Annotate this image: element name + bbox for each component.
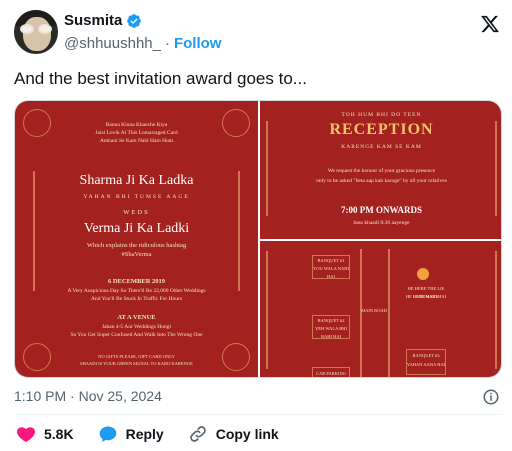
- separator-dot: ·: [164, 35, 170, 52]
- tweet-media[interactable]: Banna Kinna Khaeche Kiya Jaisi Lovik Ai …: [14, 100, 502, 378]
- venue-title: AT A VENUE: [117, 314, 156, 321]
- reply-button[interactable]: Reply: [98, 424, 164, 444]
- tweet-timestamp[interactable]: 1:10 PM · Nov 25, 2024: [14, 388, 162, 404]
- banquet-2-note: YEH WALA BHI NAHI HAI: [315, 326, 347, 339]
- follow-button[interactable]: Follow: [174, 35, 222, 52]
- tweet-actions: 5.8K Reply Copy link: [16, 424, 303, 444]
- handle-row: @shhuushhh_ · Follow: [64, 35, 221, 52]
- reply-label: Reply: [125, 426, 164, 442]
- intro-line-3: Ambani Se Kam Nahi Hain Hum: [99, 138, 174, 144]
- divider: [14, 414, 502, 415]
- info-icon[interactable]: [482, 388, 500, 406]
- reception-pretitle: TOH HUM BHI DO TEEN: [341, 112, 422, 118]
- reception-body-1: We request the honour of your gracious p…: [327, 168, 436, 174]
- reception-subtitle: KARENGE KAM SE KAM: [341, 144, 422, 150]
- main-road-label: MAIN ROAD: [361, 308, 387, 313]
- banquet-1-label: BANQUET #1: [317, 258, 345, 263]
- bride-name: Verma Ji Ka Ladki: [83, 221, 190, 236]
- copy-link-button[interactable]: Copy link: [188, 424, 279, 444]
- venue-note-2: So You Get Super Confused And Walk Into …: [70, 332, 203, 338]
- wedding-date: 6 DECEMBER 2019: [107, 278, 166, 285]
- car-parking-label: CAR PARKING: [316, 371, 346, 376]
- reception-body-2: only to be asked "beta aap kab karoge" b…: [316, 178, 447, 184]
- author-name-row[interactable]: Susmita: [64, 12, 142, 29]
- display-name[interactable]: Susmita: [64, 12, 122, 29]
- reception-time-note: bass khaadi 8:30 aayenge: [353, 220, 410, 226]
- verified-badge-icon: [127, 13, 142, 28]
- tweet-text: And the best invitation award goes to...: [14, 69, 307, 88]
- invitation-card-image[interactable]: Banna Kinna Khaeche Kiya Jaisi Lovik Ai …: [15, 101, 258, 377]
- map-road-line: [388, 249, 390, 377]
- venue-note-1: Jahan 4-5 Aur Weddings Hongi: [101, 324, 172, 330]
- venue-map-image[interactable]: BANQUET #1 YOU WALA NAHI HAI BANQUET #2 …: [260, 241, 501, 377]
- footer-line-2: SHAADI IS YOUR GREEN SIGNAL TO KARO KARE…: [80, 361, 193, 366]
- border-vine: [266, 251, 268, 369]
- landmark-note: HE HERE NAHI HAI: [405, 294, 447, 299]
- banquet-3-label: BANQUET #3: [412, 353, 440, 358]
- reception-time: 7:00 PM ONWARDS: [341, 205, 422, 215]
- tweet-header: Susmita @shhuushhh_ · Follow: [14, 10, 502, 56]
- avatar[interactable]: [14, 10, 58, 54]
- handle[interactable]: @shhuushhh_: [64, 35, 161, 52]
- date-note-2: And You'll Be Stuck In Traffic For Hours: [90, 296, 183, 302]
- date-note-1: A Very Auspicious Day So There'll Be 22,…: [67, 288, 206, 294]
- reception-card-image[interactable]: TOH HUM BHI DO TEEN RECEPTION KARENGE KA…: [260, 101, 501, 239]
- weds-label: WEDS: [123, 209, 150, 216]
- like-count: 5.8K: [44, 426, 74, 442]
- banquet-1-note: YOU WALA NAHI HAI: [313, 266, 349, 279]
- hashtag-explain: Which explains the ridiculous hashtag: [86, 242, 187, 249]
- reception-title: RECEPTION: [329, 121, 434, 138]
- landmark-marker-icon: [417, 268, 429, 280]
- heart-icon: [17, 427, 35, 442]
- copy-link-label: Copy link: [215, 426, 279, 442]
- border-vine: [495, 251, 497, 369]
- link-icon: [189, 426, 206, 442]
- intro-line-2: Jaisi Lovik Ai This Lomarraged Card: [95, 130, 178, 136]
- groom-name: Sharma Ji Ka Ladka: [79, 173, 194, 188]
- intro-line-1: Banna Kinna Khaeche Kiya: [105, 122, 168, 128]
- like-button[interactable]: 5.8K: [16, 424, 74, 444]
- banquet-3-note: YAHAN AANA HAI: [406, 362, 446, 367]
- x-logo-icon[interactable]: [480, 14, 500, 34]
- banquet-2-label: BANQUET #2: [317, 318, 345, 323]
- groom-tagline: YAHAN BHI TUMSE AAGE: [83, 194, 190, 200]
- hashtag: #ShaVerma: [121, 251, 152, 258]
- reply-bubble-icon: [99, 426, 116, 442]
